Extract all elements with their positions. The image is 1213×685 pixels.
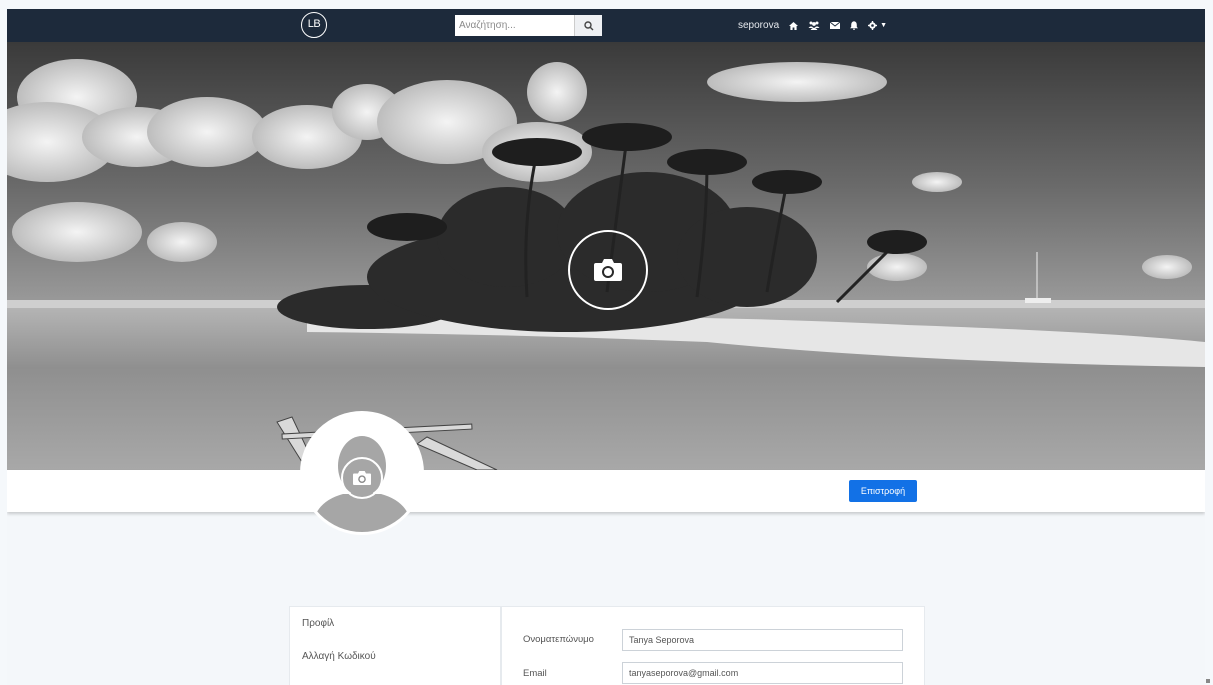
change-cover-button[interactable]: [568, 230, 648, 310]
scrollbar-indicator[interactable]: [1206, 679, 1210, 683]
profile-bar: Επιστροφή: [7, 470, 1205, 512]
users-icon[interactable]: [808, 21, 820, 30]
back-button[interactable]: Επιστροφή: [849, 480, 917, 502]
menu-item-profile[interactable]: Προφίλ: [302, 618, 334, 629]
app-frame: LB seporova: [7, 9, 1205, 685]
home-icon[interactable]: [789, 21, 799, 30]
email-label: Email: [523, 668, 547, 679]
search-bar: [455, 15, 602, 36]
nav-right: seporova ▼: [738, 9, 887, 42]
settings-menu: Προφίλ Αλλαγή Κωδικού: [289, 606, 501, 685]
username-link[interactable]: seporova: [738, 20, 779, 31]
fullname-label: Ονοματεπώνυμο: [523, 634, 594, 645]
email-field[interactable]: [622, 662, 903, 684]
logo[interactable]: LB: [301, 12, 327, 38]
search-input[interactable]: [455, 15, 574, 36]
search-icon: [583, 20, 593, 30]
search-button[interactable]: [574, 15, 602, 36]
bell-icon[interactable]: [850, 21, 859, 30]
camera-icon: [594, 259, 622, 281]
camera-icon: [353, 471, 371, 485]
profile-form: Ονοματεπώνυμο Email: [501, 606, 925, 685]
gear-icon[interactable]: [868, 21, 878, 30]
change-avatar-button[interactable]: [341, 457, 383, 499]
cover-photo: [7, 42, 1205, 470]
envelope-icon[interactable]: [830, 22, 841, 29]
chevron-down-icon[interactable]: ▼: [880, 22, 887, 29]
top-navbar: LB seporova: [7, 9, 1205, 42]
fullname-field[interactable]: [622, 629, 903, 651]
menu-item-change-password[interactable]: Αλλαγή Κωδικού: [302, 651, 376, 662]
